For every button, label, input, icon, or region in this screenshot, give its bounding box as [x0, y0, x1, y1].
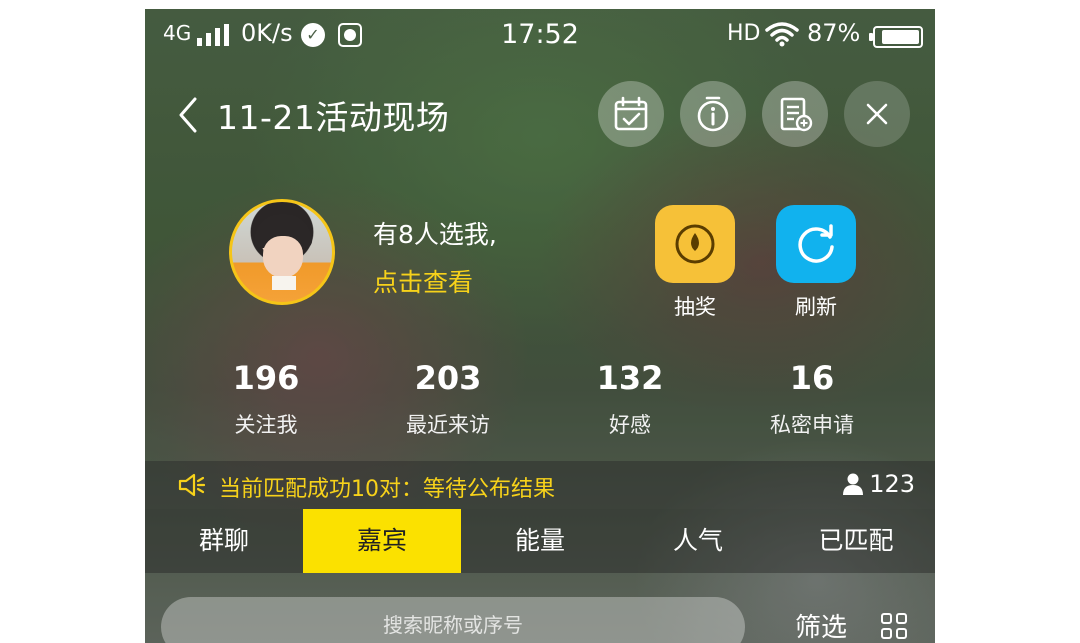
online-count[interactable]: 123 — [843, 470, 915, 498]
note-button[interactable] — [762, 81, 828, 147]
stat-private-requests[interactable]: 16 私密申请 — [722, 359, 902, 439]
stat-likes[interactable]: 132 好感 — [540, 359, 720, 439]
battery-icon — [869, 26, 923, 48]
refresh-button[interactable]: 刷新 — [776, 205, 856, 321]
info-icon — [697, 96, 729, 132]
lottery-icon — [675, 224, 715, 264]
phone-screen: 4G 0K/s ✓ 17:52 HD 87% 11-21活动现场 有8人选我, … — [145, 9, 935, 643]
tab-energy[interactable]: 能量 — [461, 509, 619, 573]
stat-value: 196 — [232, 359, 300, 397]
note-add-icon — [780, 97, 813, 132]
avatar-face — [263, 236, 303, 278]
search-row: 搜索昵称或序号 筛选 — [145, 597, 935, 643]
online-count-value: 123 — [869, 470, 915, 498]
grid-view-icon[interactable] — [881, 613, 907, 639]
tab-popularity[interactable]: 人气 — [619, 509, 777, 573]
tab-group-chat[interactable]: 群聊 — [145, 509, 303, 573]
lottery-button[interactable]: 抽奖 — [655, 205, 735, 321]
back-arrow-icon[interactable] — [173, 95, 203, 135]
refresh-label: 刷新 — [795, 295, 837, 319]
notice-bar: 当前匹配成功10对：等待公布结果 123 — [145, 461, 935, 509]
avatar-collar — [272, 276, 296, 290]
view-link[interactable]: 点击查看 — [373, 263, 473, 299]
refresh-icon-box — [776, 205, 856, 283]
calendar-check-icon — [614, 96, 648, 131]
tab-matched[interactable]: 已匹配 — [777, 509, 935, 573]
info-button[interactable] — [680, 81, 746, 147]
hd-indicator: HD — [727, 21, 761, 46]
search-input[interactable]: 搜索昵称或序号 — [161, 597, 745, 643]
stat-label: 私密申请 — [770, 413, 854, 437]
top-header: 11-21活动现场 — [145, 77, 935, 149]
stat-label: 关注我 — [234, 413, 298, 437]
close-icon — [866, 103, 888, 125]
stat-value: 203 — [414, 359, 482, 397]
profile-section: 有8人选我, 点击查看 抽奖 刷新 — [145, 195, 935, 325]
tab-bar: 群聊 嘉宾 能量 人气 已匹配 — [145, 509, 935, 573]
stat-recent-visitors[interactable]: 203 最近来访 — [358, 359, 538, 439]
lottery-icon-box — [655, 205, 735, 283]
speaker-icon — [178, 473, 205, 497]
tab-guests[interactable]: 嘉宾 — [303, 509, 461, 573]
person-icon — [843, 473, 864, 495]
close-button[interactable] — [844, 81, 910, 147]
avatar[interactable] — [229, 199, 335, 305]
lottery-label: 抽奖 — [674, 295, 716, 319]
chosen-count-text: 有8人选我, — [373, 220, 497, 249]
stat-label: 好感 — [609, 413, 651, 437]
stats-row: 196 关注我 203 最近来访 132 好感 16 私密申请 — [145, 359, 935, 449]
match-notice-text: 当前匹配成功10对：等待公布结果 — [219, 477, 555, 502]
wifi-icon — [765, 22, 799, 47]
page-title: 11-21活动现场 — [217, 98, 450, 137]
stat-label: 最近来访 — [406, 413, 490, 437]
stat-value: 16 — [789, 359, 835, 397]
stat-followers[interactable]: 196 关注我 — [176, 359, 356, 439]
calendar-button[interactable] — [598, 81, 664, 147]
filter-button[interactable]: 筛选 — [795, 607, 847, 643]
battery-fill — [882, 30, 919, 44]
status-bar: 4G 0K/s ✓ 17:52 HD 87% — [145, 9, 935, 63]
battery-percent: 87% — [807, 19, 861, 47]
stat-value: 132 — [596, 359, 664, 397]
refresh-icon — [798, 224, 834, 263]
